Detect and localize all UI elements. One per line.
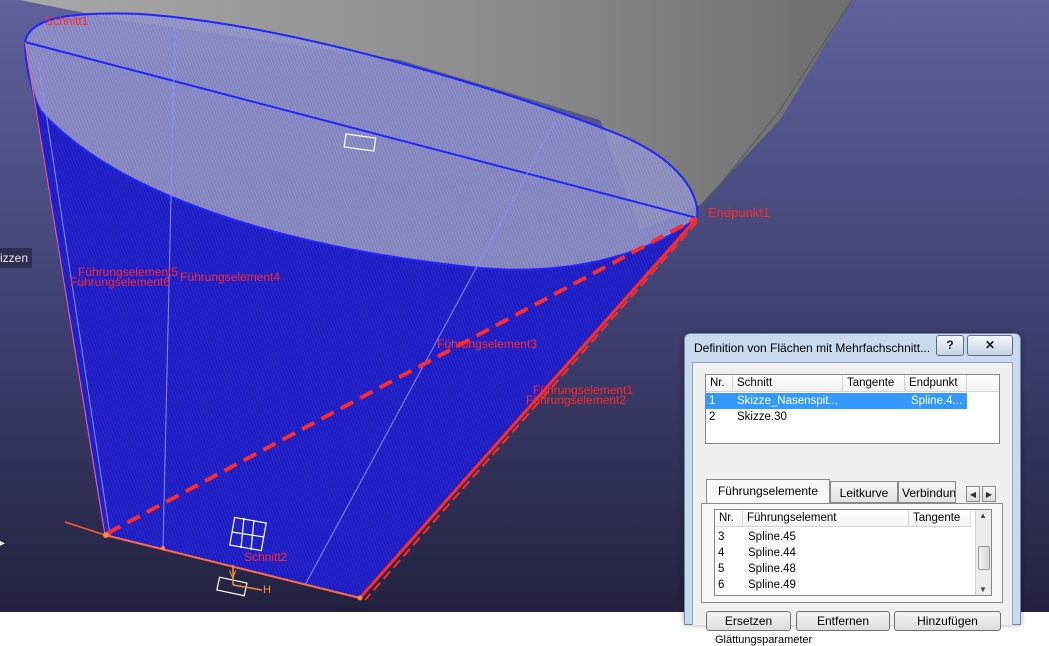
guide-nr[interactable]: 5 — [718, 561, 724, 577]
multi-section-surface-dialog: Definition von Flächen mit Mehrfachschni… — [684, 333, 1021, 646]
remove-button[interactable]: Entfernen — [796, 611, 890, 631]
bottom-point-3 — [357, 595, 363, 601]
label-axis-h: H — [263, 584, 271, 596]
column-header-tangente[interactable]: Tangente — [843, 375, 905, 392]
guide-element[interactable]: Spline.44 — [748, 545, 796, 561]
smoothing-parameters-label: Glättungsparameter — [715, 634, 813, 646]
tab-leitkurve[interactable]: Leitkurve — [830, 481, 898, 503]
scroll-thumb[interactable] — [978, 546, 990, 570]
guide-element[interactable]: Spline.49 — [748, 577, 796, 593]
guide-element[interactable]: Spline.45 — [748, 529, 796, 545]
column-header-endpunkt[interactable]: Endpunkt — [905, 375, 967, 392]
help-button[interactable]: ? — [936, 335, 964, 356]
section-schnitt: Skizze.30 — [737, 411, 787, 423]
guides-table[interactable]: Nr. Führungselement Tangente 3 Spline.45… — [714, 509, 992, 596]
label-fuehrungselement3: Führungselement3 — [437, 337, 537, 351]
replace-button[interactable]: Ersetzen — [706, 611, 791, 631]
side-arrow-icon[interactable]: ▸ — [0, 538, 6, 552]
sketch-side-tab[interactable]: izzen — [0, 248, 33, 268]
guides-scrollbar[interactable]: ▲ ▼ — [975, 510, 991, 595]
label-fuehrungselement2: Führungselement2 — [526, 393, 626, 407]
tab-verbindung[interactable]: Verbindung — [898, 481, 956, 503]
bottom-point-1 — [103, 532, 109, 538]
guide-nr[interactable]: 6 — [718, 577, 724, 593]
column-header-tangente[interactable]: Tangente — [909, 510, 971, 527]
label-axis-v: V — [229, 569, 237, 581]
column-header-nr[interactable]: Nr. — [706, 375, 733, 392]
label-fuehrungselement4: Führungselement4 — [180, 270, 280, 284]
section-nr: 1 — [709, 395, 716, 407]
scroll-down-icon[interactable]: ▼ — [979, 585, 987, 594]
dialog-title: Definition von Flächen mit Mehrfachschni… — [694, 341, 931, 355]
guides-tab-pane: Nr. Führungselement Tangente 3 Spline.45… — [701, 503, 1003, 603]
label-schnitt1: Schnitt1 — [45, 14, 89, 28]
guide-element[interactable]: Spline.48 — [748, 561, 796, 577]
scroll-up-icon[interactable]: ▲ — [979, 511, 987, 520]
guide-nr[interactable]: 3 — [718, 529, 724, 545]
section-endpunkt: Spline.4... — [911, 395, 963, 407]
close-button[interactable]: ✕ — [967, 335, 1013, 356]
tab-scroll-right-button[interactable]: ▶ — [982, 486, 996, 502]
column-header-schnitt[interactable]: Schnitt — [733, 375, 843, 392]
sections-table[interactable]: Nr. Schnitt Tangente Endpunkt 1 Skizze_N… — [705, 374, 1000, 444]
section-schnitt: Skizze_Nasenspit... — [737, 395, 838, 407]
add-button[interactable]: Hinzufügen — [894, 611, 1001, 631]
label-endpunkt1: Endpunkt1 — [708, 205, 770, 220]
column-header-filler — [967, 375, 999, 392]
label-fuehrungselement6: Führungselement6 — [70, 275, 170, 289]
column-header-nr[interactable]: Nr. — [715, 510, 743, 527]
section-nr: 2 — [709, 411, 716, 423]
column-header-fuehrungselement[interactable]: Führungselement — [743, 510, 909, 527]
dialog-body: Nr. Schnitt Tangente Endpunkt 1 Skizze_N… — [692, 362, 1013, 646]
bottom-point-2 — [161, 546, 165, 550]
dialog-title-bar[interactable]: Definition von Flächen mit Mehrfachschni… — [685, 334, 1020, 362]
tab-fuehrungselemente[interactable]: Führungselemente — [706, 479, 830, 504]
tab-scroll-left-button[interactable]: ◀ — [966, 486, 980, 502]
label-schnitt2: Schnitt2 — [244, 550, 288, 564]
guide-nr[interactable]: 4 — [718, 545, 724, 561]
